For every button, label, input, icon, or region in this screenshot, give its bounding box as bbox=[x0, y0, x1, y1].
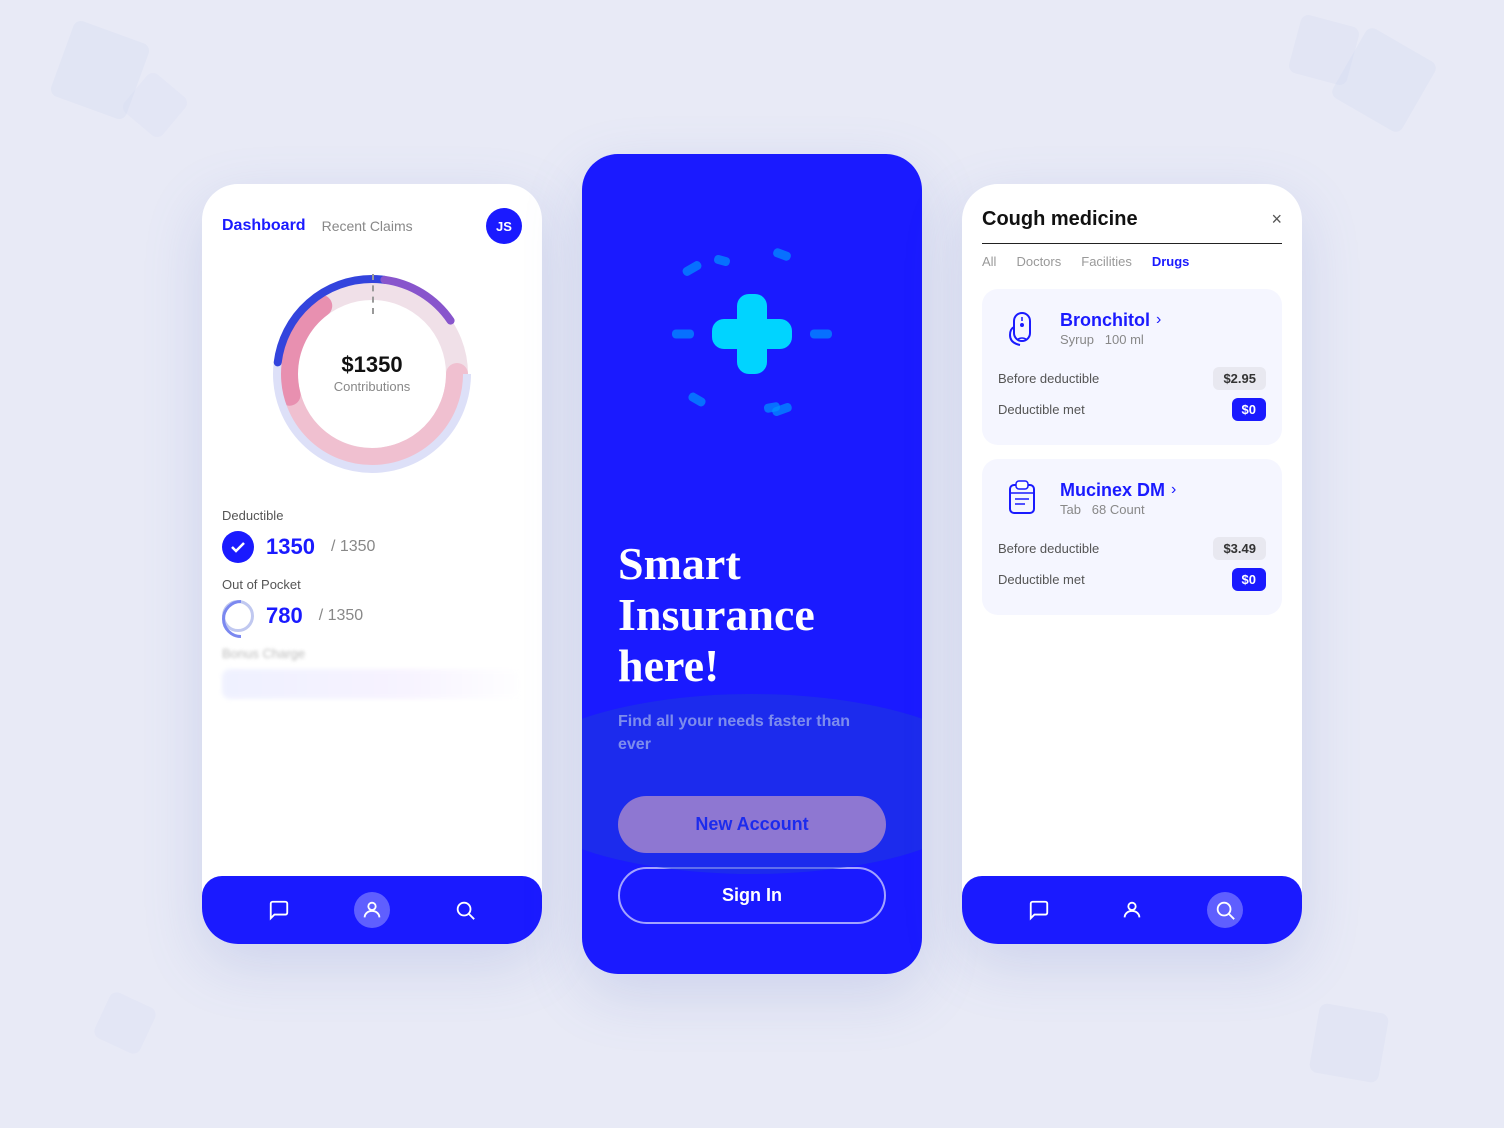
bronchitol-header: Bronchitol › Syrup 100 ml bbox=[998, 305, 1266, 353]
plus-svg bbox=[702, 284, 802, 384]
out-of-pocket-value: 780 bbox=[266, 603, 303, 629]
mucinex-detail: Tab 68 Count bbox=[1060, 502, 1145, 517]
bronchitol-before-label: Before deductible bbox=[998, 371, 1099, 386]
mucinex-name-row: Mucinex DM › bbox=[1060, 480, 1176, 501]
mucinex-met-label: Deductible met bbox=[998, 572, 1085, 587]
ray-1 bbox=[681, 260, 703, 278]
dashed-line bbox=[372, 274, 374, 314]
filter-tab-facilities[interactable]: Facilities bbox=[1081, 254, 1132, 269]
ray-5 bbox=[687, 391, 707, 408]
insurance-wave bbox=[582, 694, 922, 874]
filter-tab-doctors[interactable]: Doctors bbox=[1016, 254, 1061, 269]
medicine-header: Cough medicine × bbox=[982, 208, 1282, 244]
plus-icon-wrap bbox=[652, 234, 852, 434]
mucinex-card: Mucinex DM › Tab 68 Count Before deducti… bbox=[982, 459, 1282, 615]
ray-3 bbox=[672, 330, 694, 339]
filter-tab-all[interactable]: All bbox=[982, 254, 996, 269]
mucinex-header: Mucinex DM › Tab 68 Count bbox=[998, 475, 1266, 523]
contributions-chart: $1350 Contributions bbox=[222, 264, 522, 484]
chat-nav-icon[interactable] bbox=[261, 892, 297, 928]
ray-2 bbox=[772, 247, 792, 262]
dashboard-bottom-nav bbox=[202, 876, 542, 944]
out-of-pocket-section: Out of Pocket 780 / 1350 bbox=[222, 577, 522, 632]
bronchitol-name-row: Bronchitol › bbox=[1060, 310, 1161, 331]
bonus-charge-label: Bonus Charge bbox=[222, 646, 522, 661]
bronchitol-name[interactable]: Bronchitol bbox=[1060, 310, 1150, 331]
dashboard-phone: Dashboard Recent Claims JS bbox=[202, 184, 542, 944]
mucinex-met-price: $0 bbox=[1232, 568, 1266, 591]
medicine-chat-icon[interactable] bbox=[1021, 892, 1057, 928]
tab-recent-claims[interactable]: Recent Claims bbox=[322, 218, 413, 234]
ray-7 bbox=[713, 254, 731, 267]
mucinex-before-price: $3.49 bbox=[1213, 537, 1266, 560]
search-nav-icon[interactable] bbox=[447, 892, 483, 928]
medicine-title: Cough medicine bbox=[982, 208, 1138, 231]
tab-dashboard[interactable]: Dashboard bbox=[222, 217, 306, 235]
deductible-check-icon bbox=[222, 531, 254, 563]
deductible-section: Deductible 1350 / 1350 bbox=[222, 508, 522, 563]
medicine-profile-icon[interactable] bbox=[1114, 892, 1150, 928]
dashboard-header: Dashboard Recent Claims JS bbox=[222, 208, 522, 244]
medicine-phone: Cough medicine × All Doctors Facilities … bbox=[962, 184, 1302, 944]
bronchitol-before-deductible-row: Before deductible $2.95 bbox=[998, 367, 1266, 390]
bonus-charge-bar bbox=[222, 669, 522, 699]
mucinex-chevron-icon: › bbox=[1171, 481, 1176, 499]
profile-nav-icon[interactable] bbox=[354, 892, 390, 928]
filter-tabs: All Doctors Facilities Drugs bbox=[982, 254, 1282, 269]
bronchitol-met-price: $0 bbox=[1232, 398, 1266, 421]
mucinex-icon bbox=[998, 475, 1046, 523]
filter-tab-drugs[interactable]: Drugs bbox=[1152, 254, 1190, 269]
bronchitol-met-label: Deductible met bbox=[998, 402, 1085, 417]
deductible-max: / 1350 bbox=[331, 538, 375, 556]
contributions-amount: $1350 bbox=[334, 352, 411, 378]
insurance-hero bbox=[582, 154, 922, 514]
deductible-value: 1350 bbox=[266, 534, 315, 560]
sign-in-button[interactable]: Sign In bbox=[618, 867, 886, 924]
bronchitol-chevron-icon: › bbox=[1156, 311, 1161, 329]
avatar[interactable]: JS bbox=[486, 208, 522, 244]
mucinex-before-label: Before deductible bbox=[998, 541, 1099, 556]
medicine-bottom-nav bbox=[962, 876, 1302, 944]
out-of-pocket-max: / 1350 bbox=[319, 607, 363, 625]
ray-4 bbox=[810, 330, 832, 339]
bronchitol-info: Bronchitol › Syrup 100 ml bbox=[1060, 310, 1161, 349]
bronchitol-detail: Syrup 100 ml bbox=[1060, 332, 1144, 347]
dashboard-tabs: Dashboard Recent Claims bbox=[222, 217, 413, 235]
insurance-phone: Smart Insurance here! Find all your need… bbox=[582, 154, 922, 974]
deductible-label: Deductible bbox=[222, 508, 522, 523]
deductible-row: 1350 / 1350 bbox=[222, 531, 522, 563]
close-icon[interactable]: × bbox=[1271, 209, 1282, 230]
mucinex-before-deductible-row: Before deductible $3.49 bbox=[998, 537, 1266, 560]
bronchitol-card: Bronchitol › Syrup 100 ml Before deducti… bbox=[982, 289, 1282, 445]
contributions-label: Contributions bbox=[334, 379, 411, 394]
out-of-pocket-row: 780 / 1350 bbox=[222, 600, 522, 632]
donut-center: $1350 Contributions bbox=[334, 352, 411, 396]
medicine-search-icon[interactable] bbox=[1207, 892, 1243, 928]
mucinex-deductible-met-row: Deductible met $0 bbox=[998, 568, 1266, 591]
bronchitol-before-price: $2.95 bbox=[1213, 367, 1266, 390]
mucinex-name[interactable]: Mucinex DM bbox=[1060, 480, 1165, 501]
bronchitol-deductible-met-row: Deductible met $0 bbox=[998, 398, 1266, 421]
insurance-title: Smart Insurance here! bbox=[618, 539, 886, 691]
out-of-pocket-progress-icon bbox=[222, 600, 254, 632]
mucinex-info: Mucinex DM › Tab 68 Count bbox=[1060, 480, 1176, 519]
bronchitol-icon bbox=[998, 305, 1046, 353]
out-of-pocket-label: Out of Pocket bbox=[222, 577, 522, 592]
